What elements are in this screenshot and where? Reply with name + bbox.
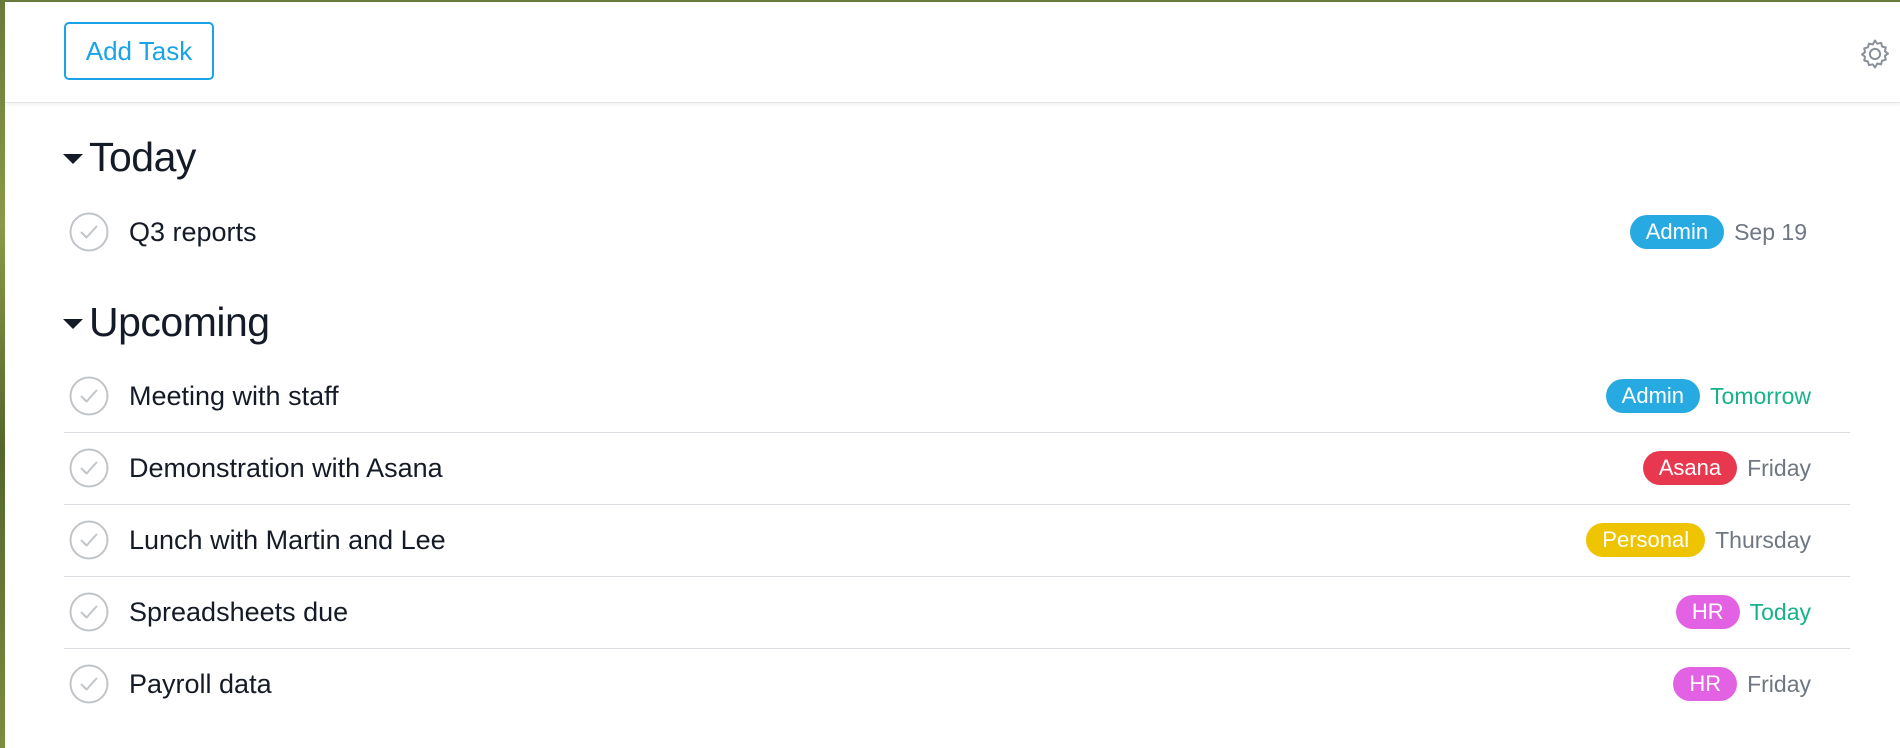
task-name[interactable]: Payroll data [129,648,272,720]
task-row[interactable]: Spreadsheets due HR Today [64,576,1850,649]
task-row[interactable]: Meeting with staff Admin Tomorrow [64,360,1850,433]
due-date[interactable]: Friday [1747,671,1811,698]
task-row[interactable]: Demonstration with Asana Asana Friday [64,432,1850,505]
due-date[interactable]: Thursday [1715,527,1811,554]
tag-hr[interactable]: HR [1673,667,1738,701]
checkmark-circle-icon[interactable] [69,448,109,488]
task-row[interactable]: Payroll data HR Friday [64,648,1850,720]
task-name[interactable]: Spreadsheets due [129,576,348,648]
tag-admin[interactable]: Admin [1629,215,1725,249]
tag-asana[interactable]: Asana [1642,451,1738,485]
section-title: Today [89,133,196,180]
task-meta: Asana Friday [1642,432,1811,504]
checkmark-circle-icon[interactable] [69,592,109,632]
task-meta: Admin Sep 19 [1629,196,1807,268]
section-header-upcoming[interactable]: Upcoming [63,297,270,347]
add-task-button[interactable]: Add Task [64,22,214,80]
gear-icon[interactable] [1858,37,1892,71]
section-title: Upcoming [89,298,270,345]
task-meta: Admin Tomorrow [1605,360,1811,432]
toolbar: Add Task [5,2,1900,103]
tag-hr[interactable]: HR [1675,595,1740,629]
task-row[interactable]: Lunch with Martin and Lee Personal Thurs… [64,504,1850,577]
due-date[interactable]: Sep 19 [1734,219,1807,246]
due-date[interactable]: Tomorrow [1710,383,1811,410]
task-name[interactable]: Lunch with Martin and Lee [129,504,446,576]
caret-down-icon [63,319,83,329]
tag-personal[interactable]: Personal [1586,523,1706,557]
task-name[interactable]: Meeting with staff [129,360,339,432]
caret-down-icon [63,154,83,164]
task-meta: Personal Thursday [1586,504,1811,576]
checkmark-circle-icon[interactable] [69,664,109,704]
section-header-today[interactable]: Today [63,132,196,182]
checkmark-circle-icon[interactable] [69,212,109,252]
task-list-panel: Add Task Today Q3 reports Admin Sep 19 U… [5,2,1900,748]
task-meta: HR Friday [1673,648,1811,720]
tag-admin[interactable]: Admin [1605,379,1701,413]
checkmark-circle-icon[interactable] [69,520,109,560]
task-name[interactable]: Demonstration with Asana [129,432,443,504]
task-meta: HR Today [1675,576,1811,648]
due-date[interactable]: Friday [1747,455,1811,482]
task-row[interactable]: Q3 reports Admin Sep 19 [64,196,1850,268]
due-date[interactable]: Today [1750,599,1811,626]
task-name[interactable]: Q3 reports [129,196,257,268]
checkmark-circle-icon[interactable] [69,376,109,416]
